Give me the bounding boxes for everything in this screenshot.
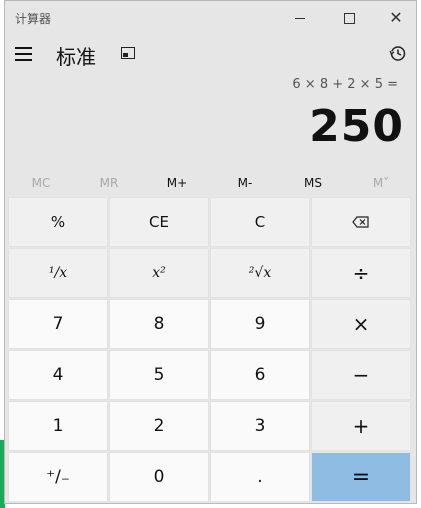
header-bar: 标准 bbox=[5, 35, 416, 75]
minimize-icon bbox=[295, 17, 305, 19]
result-display: 250 bbox=[309, 101, 404, 152]
multiply-button[interactable]: × bbox=[311, 299, 411, 349]
square-button[interactable]: x² bbox=[109, 248, 209, 298]
negate-button[interactable]: ⁺/₋ bbox=[8, 452, 108, 502]
clear-entry-button[interactable]: CE bbox=[109, 197, 209, 247]
close-icon: ✕ bbox=[389, 8, 403, 27]
app-title: 计算器 bbox=[15, 12, 52, 26]
memory-row: MC MR M+ M- MS M˅ bbox=[5, 171, 416, 195]
memory-store-button[interactable]: MS bbox=[279, 171, 347, 195]
clear-button[interactable]: C bbox=[210, 197, 310, 247]
maximize-button[interactable] bbox=[326, 1, 372, 35]
digit-3-button[interactable]: 3 bbox=[210, 401, 310, 451]
backspace-button[interactable] bbox=[311, 197, 411, 247]
digit-6-button[interactable]: 6 bbox=[210, 350, 310, 400]
minimize-button[interactable] bbox=[277, 1, 323, 35]
title-bar[interactable]: 计算器 ✕ bbox=[5, 1, 416, 35]
memory-subtract-button[interactable]: M- bbox=[211, 171, 279, 195]
expression-display: 6 × 8 + 2 × 5 = bbox=[292, 77, 398, 92]
keypad: % CE C ¹/x x² ²√x ÷ 7 8 9 × 4 5 6 − 1 2 … bbox=[8, 197, 411, 502]
memory-list-button[interactable]: M˅ bbox=[347, 171, 415, 195]
digit-7-button[interactable]: 7 bbox=[8, 299, 108, 349]
decimal-button[interactable]: . bbox=[210, 452, 310, 502]
digit-4-button[interactable]: 4 bbox=[8, 350, 108, 400]
plus-button[interactable]: + bbox=[311, 401, 411, 451]
digit-9-button[interactable]: 9 bbox=[210, 299, 310, 349]
percent-button[interactable]: % bbox=[8, 197, 108, 247]
equals-button[interactable]: = bbox=[311, 452, 411, 502]
digit-5-button[interactable]: 5 bbox=[109, 350, 209, 400]
memory-add-button[interactable]: M+ bbox=[143, 171, 211, 195]
square-root-button[interactable]: ²√x bbox=[210, 248, 310, 298]
history-icon[interactable] bbox=[389, 45, 406, 62]
memory-clear-button[interactable]: MC bbox=[7, 171, 75, 195]
minus-button[interactable]: − bbox=[311, 350, 411, 400]
hamburger-icon[interactable] bbox=[15, 45, 35, 63]
reciprocal-button[interactable]: ¹/x bbox=[8, 248, 108, 298]
backspace-icon bbox=[352, 216, 369, 228]
digit-2-button[interactable]: 2 bbox=[109, 401, 209, 451]
memory-recall-button[interactable]: MR bbox=[75, 171, 143, 195]
close-button[interactable]: ✕ bbox=[373, 1, 419, 35]
digit-8-button[interactable]: 8 bbox=[109, 299, 209, 349]
keep-on-top-icon[interactable] bbox=[121, 47, 135, 59]
digit-0-button[interactable]: 0 bbox=[109, 452, 209, 502]
divide-button[interactable]: ÷ bbox=[311, 248, 411, 298]
mode-title: 标准 bbox=[56, 45, 96, 69]
maximize-icon bbox=[343, 12, 355, 24]
digit-1-button[interactable]: 1 bbox=[8, 401, 108, 451]
calculator-window: 计算器 ✕ 标准 6 × 8 + 2 × 5 = 250 MC MR M+ M-… bbox=[4, 0, 417, 504]
